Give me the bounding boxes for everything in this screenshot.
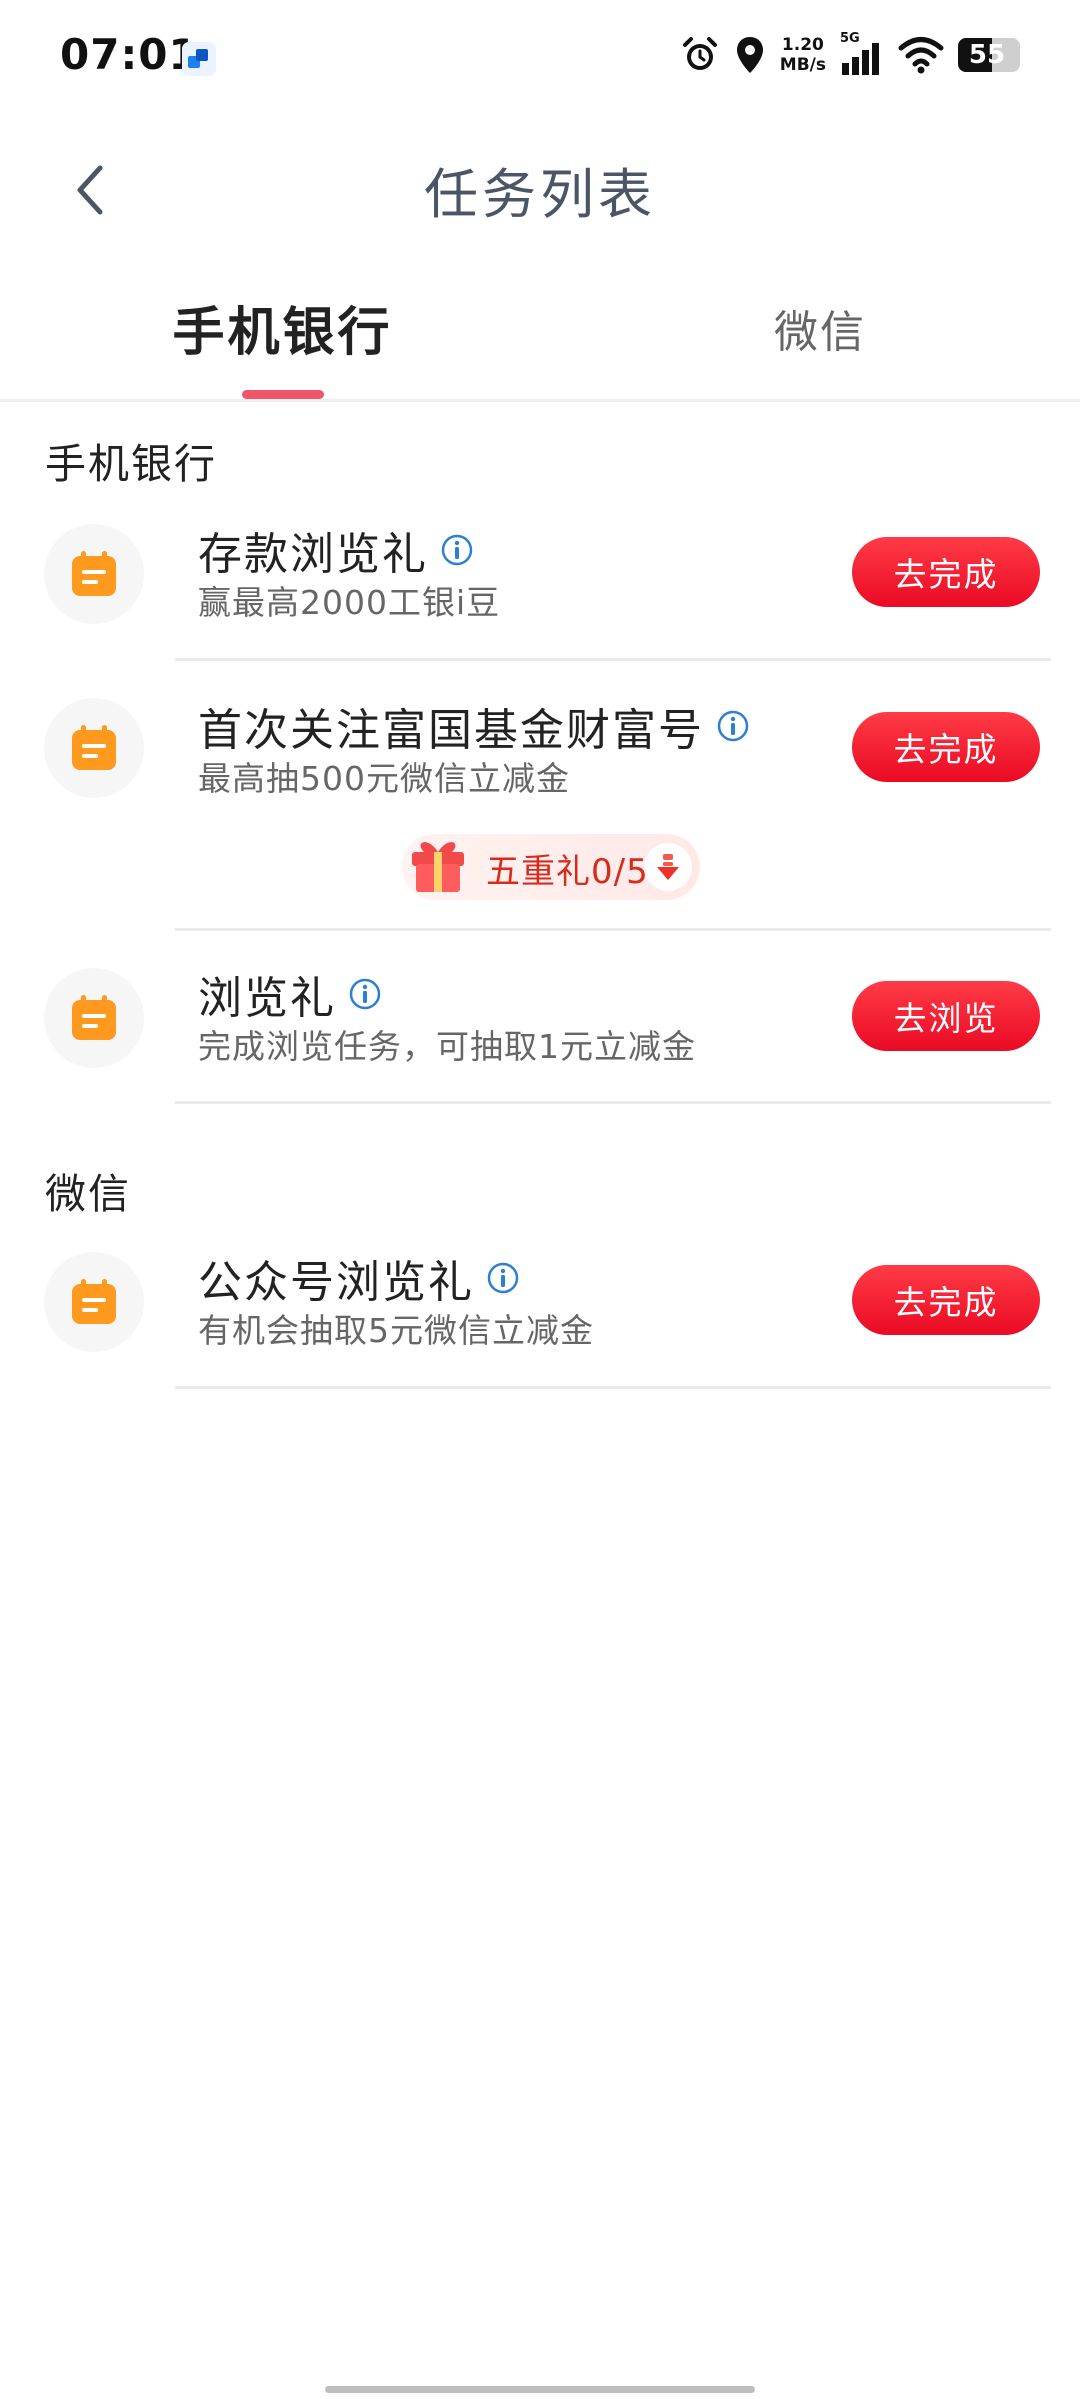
task-icon-circle [44,1252,144,1352]
task-subtitle: 完成浏览任务，可抽取1元立减金 [198,1027,696,1066]
location-icon [736,37,763,73]
info-icon[interactable] [440,533,474,567]
task-title: 浏览礼 [198,973,336,1024]
go-complete-button[interactable]: 去完成 [852,1265,1040,1335]
list-item: 存款浏览礼 赢最高2000工银i豆 去完成 [0,510,1080,660]
page-title: 任务列表 [424,163,656,226]
task-subtitle: 最高抽500元微信立减金 [198,759,570,798]
tab-bar: 手机银行 微信 [0,270,1080,402]
task-subtitle: 有机会抽取5元微信立减金 [198,1311,594,1350]
battery-level-text: 55 [968,40,1006,70]
divider [175,658,1051,661]
info-icon[interactable] [716,709,750,743]
arrow-down-icon [644,843,692,891]
divider [175,1386,1051,1389]
task-icon-circle [44,524,144,624]
info-icon[interactable] [486,1261,520,1295]
cellular-signal: 5G [840,31,884,77]
task-title: 首次关注富国基金财富号 [198,705,704,756]
battery-indicator: 55 [958,38,1020,72]
task-icon-circle [44,968,144,1068]
go-complete-button[interactable]: 去完成 [852,712,1040,782]
task-list-page: 07:01 1.20 MB/s 5G 55 任务列表 手机银行 微信 手机银行 … [0,0,1080,2400]
wifi-icon [898,37,944,74]
gift-icon [412,842,464,892]
page-header: 任务列表 [0,130,1080,250]
divider [175,928,1051,931]
calendar-icon [72,551,116,596]
five-gifts-toggle[interactable]: 五重礼0/5 [402,834,700,900]
status-time: 07:01 [60,30,199,79]
task-subtitle: 赢最高2000工银i豆 [198,583,501,622]
list-item: 浏览礼 完成浏览任务，可抽取1元立减金 去浏览 [0,956,1080,1106]
calendar-icon [72,995,116,1040]
task-title: 公众号浏览礼 [198,1257,474,1308]
signal-bars-icon [842,43,879,75]
divider [175,1101,1051,1104]
go-complete-button[interactable]: 去完成 [852,537,1040,607]
five-gifts-label: 五重礼0/5 [486,852,649,892]
status-indicators: 1.20 MB/s 5G 55 [680,30,1020,80]
network-speed: 1.20 MB/s [779,35,826,75]
list-item: 公众号浏览礼 有机会抽取5元微信立减金 去完成 [0,1240,1080,1390]
calendar-icon [72,1279,116,1324]
app-notification-icon [182,42,216,76]
tab-label: 手机银行 [172,303,393,363]
calendar-icon [72,725,116,770]
info-icon[interactable] [348,977,382,1011]
section-title-wechat: 微信 [45,1170,131,1218]
task-title: 存款浏览礼 [198,529,428,580]
tab-label: 微信 [774,307,866,358]
task-icon-circle [44,698,144,798]
go-browse-button[interactable]: 去浏览 [852,981,1040,1051]
tab-mobile-bank[interactable]: 手机银行 [120,290,445,390]
home-indicator[interactable] [325,2386,755,2393]
list-item: 首次关注富国基金财富号 最高抽500元微信立减金 去完成 五重礼0/5 [0,686,1080,926]
tab-wechat[interactable]: 微信 [720,290,920,390]
status-bar: 07:01 1.20 MB/s 5G 55 [0,0,1080,110]
section-title-mobile-bank: 手机银行 [45,440,217,488]
alarm-icon [682,37,717,70]
active-tab-indicator [242,390,324,399]
